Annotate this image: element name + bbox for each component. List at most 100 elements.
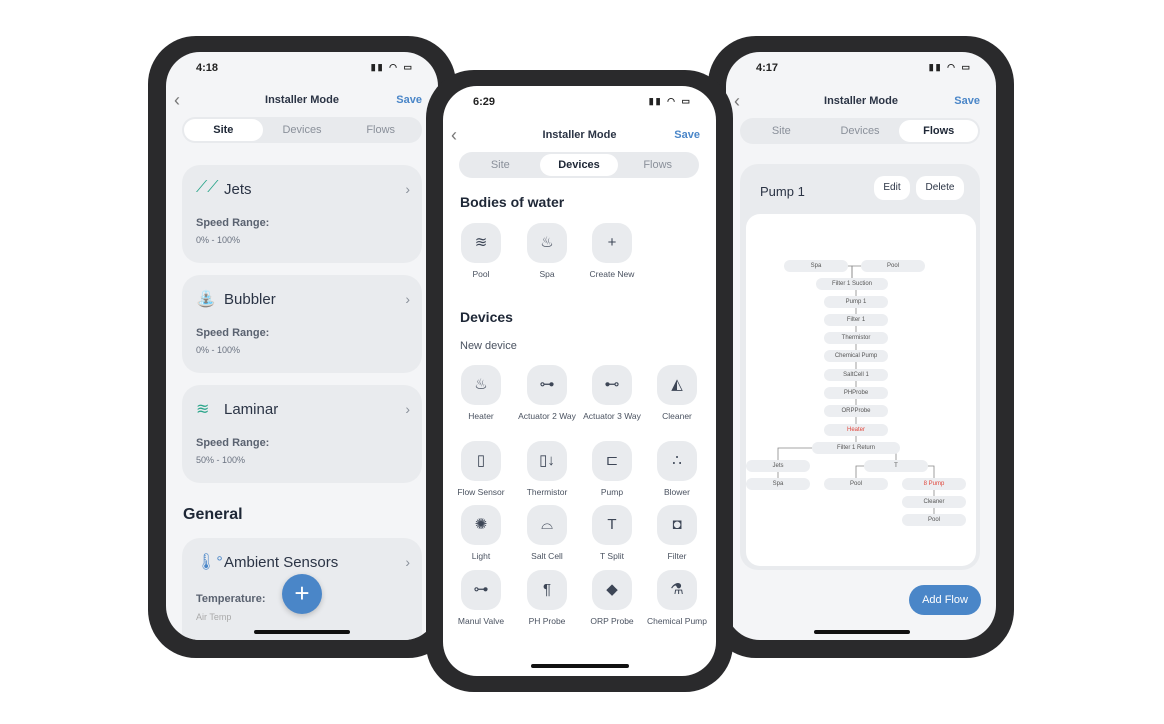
tab-site[interactable]: Site [742,120,821,142]
flow-node[interactable]: 8 Pump [902,478,966,490]
card-value: 50% - 100% [196,455,246,465]
page-title: Installer Mode [824,95,898,107]
device-cleaner[interactable]: ◭ Cleaner [645,365,709,422]
flow-node[interactable]: Filter 1 Return [812,442,900,454]
jets-icon: ⟋⟋ [196,179,219,196]
device-blower[interactable]: ∴ Blower [645,441,709,498]
tab-flows[interactable]: Flows [618,154,697,176]
flow-node[interactable]: Filter 1 Suction [816,278,888,290]
device-manul-valve-icon: ⊶ [461,570,501,610]
back-button[interactable]: ‹ [451,125,457,146]
device-orp-probe[interactable]: ◆ ORP Probe [580,570,644,627]
device-filter-icon: ◘ [657,505,697,545]
flow-node[interactable]: Pool [824,478,888,490]
device-heater[interactable]: ♨ Heater [449,365,513,422]
flow-node[interactable]: Pool [861,260,925,272]
tile-label: Filter [667,551,687,561]
device-actuator-2-way[interactable]: ⊶ Actuator 2 Way [515,365,579,422]
home-indicator [531,664,629,668]
device-flow-sensor[interactable]: ▯ Flow Sensor [449,441,513,498]
flow-node[interactable]: Pool [902,514,966,526]
flow-node[interactable]: ORPProbe [824,405,888,417]
device-t-split[interactable]: T T Split [580,505,644,562]
page-title: Installer Mode [265,94,339,106]
back-button[interactable]: ‹ [734,91,740,112]
device-t-split-icon: T [592,505,632,545]
tile-label: Actuator 3 Way [583,411,641,421]
flow-node[interactable]: SaltCell 1 [824,369,888,381]
save-button[interactable]: Save [954,95,980,107]
body-pool[interactable]: ≋ Pool [449,223,513,280]
flow-node[interactable]: T [864,460,928,472]
device-card-jets[interactable]: ⟋⟋ Jets › Speed Range: 0% - 100% [182,165,422,263]
device-actuator-3-way[interactable]: ⊷ Actuator 3 Way [580,365,644,422]
add-fab-button[interactable]: + [282,574,322,614]
body-create-new[interactable]: + Create New [580,223,644,280]
flow-node[interactable]: Chemical Pump [824,350,888,362]
device-thermistor[interactable]: ▯↓ Thermistor [515,441,579,498]
save-button[interactable]: Save [674,129,700,141]
flow-node[interactable]: Pump 1 [824,296,888,308]
tile-label: Pump [600,487,624,497]
flow-node[interactable]: Spa [746,478,810,490]
device-salt-cell[interactable]: ⌓ Salt Cell [515,505,579,562]
flow-node[interactable]: PHProbe [824,387,888,399]
device-light[interactable]: ✺ Light [449,505,513,562]
body-spa[interactable]: ♨ Spa [515,223,579,280]
tab-devices[interactable]: Devices [263,119,342,141]
flow-card: Pump 1 Edit Delete Spa Pool Filter 1 Sucti… [740,164,980,570]
device-card-bubbler[interactable]: ⛲ Bubbler › Speed Range: 0% - 100% [182,275,422,373]
tile-label: T Split [600,551,624,561]
back-button[interactable]: ‹ [174,90,180,111]
home-indicator [254,630,350,634]
flow-name: Pump 1 [760,184,805,199]
device-ph-probe[interactable]: ¶ PH Probe [515,570,579,627]
add-flow-button[interactable]: Add Flow [909,585,981,615]
tab-site[interactable]: Site [461,154,540,176]
tab-bar: Site Devices Flows [182,117,422,143]
status-icons: ▮▮ ◠ ▭ [928,62,972,72]
device-manul-valve[interactable]: ⊶ Manul Valve [449,570,513,627]
tile-label: Chemical Pump [647,616,707,626]
devices-heading: Devices [460,309,513,325]
device-flow-sensor-icon: ▯ [461,441,501,481]
save-button[interactable]: Save [396,94,422,106]
device-card-laminar[interactable]: ≋ Laminar › Speed Range: 50% - 100% [182,385,422,483]
laminar-icon: ≋ [196,401,210,418]
device-chemical-pump[interactable]: ⚗ Chemical Pump [645,570,709,627]
flow-node[interactable]: Heater [824,424,888,436]
card-title: Jets [224,181,252,198]
page-title: Installer Mode [542,129,617,141]
card-value: Air Temp [196,612,232,622]
tab-devices[interactable]: Devices [821,120,900,142]
device-pump[interactable]: ⊏ Pump [580,441,644,498]
flow-node[interactable]: Jets [746,460,810,472]
flow-node[interactable]: Cleaner [902,496,966,508]
card-label: Speed Range: [196,217,270,229]
tile-label: PH Probe [528,616,566,626]
status-time: 6:29 [473,96,496,108]
device-filter[interactable]: ◘ Filter [645,505,709,562]
status-icons: ▮▮ ◠ ▭ [648,96,692,106]
tab-flows[interactable]: Flows [341,119,420,141]
tab-devices[interactable]: Devices [539,154,619,176]
flow-node[interactable]: Thermistor [824,332,888,344]
device-pump-icon: ⊏ [592,441,632,481]
middle-phone: 6:29 ▮▮ ◠ ▭ ‹ Installer Mode Save Site Devic… [426,70,733,692]
tab-site[interactable]: Site [184,119,263,141]
new-device-label: New device [460,340,517,352]
body-spa-icon: ♨ [527,223,567,263]
device-heater-icon: ♨ [461,365,501,405]
tab-flows[interactable]: Flows [899,120,979,142]
delete-button[interactable]: Delete [916,176,964,200]
device-salt-cell-icon: ⌓ [527,505,567,545]
tile-label: Salt Cell [531,551,563,561]
flow-node[interactable]: Spa [784,260,848,272]
right-phone: 4:17 ▮▮ ◠ ▭ ‹ Installer Mode Save Site Devic… [708,36,1014,658]
card-value: 0% - 100% [196,235,241,245]
edit-button[interactable]: Edit [874,176,910,200]
tile-label: Light [471,551,491,561]
tile-label: Spa [539,269,555,279]
device-chemical-pump-icon: ⚗ [657,570,697,610]
flow-node[interactable]: Filter 1 [824,314,888,326]
